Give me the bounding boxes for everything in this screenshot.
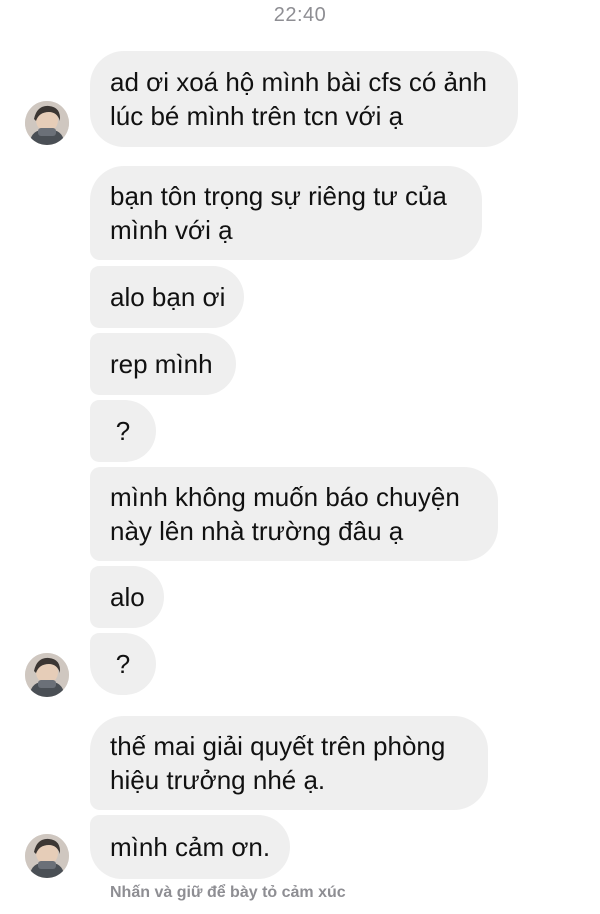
- message-text: này lên nhà trường đâu ạ: [110, 516, 404, 546]
- message-text: rep mình: [110, 349, 213, 379]
- message-text: ?: [115, 416, 131, 446]
- message-timestamp: 22:40: [273, 4, 327, 26]
- message-text: alo: [110, 582, 145, 612]
- message-text: hiệu trưởng nhé ạ.: [110, 765, 326, 795]
- message-bubble[interactable]: alo: [90, 566, 164, 628]
- message-text: alo bạn ơi: [110, 282, 226, 312]
- message-bubble[interactable]: ?: [90, 400, 156, 462]
- contact-avatar[interactable]: [25, 834, 69, 878]
- message-bubble[interactable]: rep mình: [90, 333, 236, 395]
- message-text: ?: [115, 649, 131, 679]
- message-bubble[interactable]: bạn tôn trọng sự riêng tư của mình với ạ: [90, 166, 482, 260]
- message-bubble[interactable]: mình cảm ơn.: [90, 815, 290, 879]
- message-bubble[interactable]: thế mai giải quyết trên phòng hiệu trưởn…: [90, 716, 488, 810]
- contact-avatar[interactable]: [25, 653, 69, 697]
- message-bubble[interactable]: ?: [90, 633, 156, 695]
- message-bubble[interactable]: ad ơi xoá hộ mình bài cfs có ảnh lúc bé …: [90, 51, 518, 147]
- reaction-hint: Nhấn và giữ để bày tỏ cảm xúc: [110, 884, 346, 901]
- message-text: mình không muốn báo chuyện: [110, 482, 460, 512]
- message-text: thế mai giải quyết trên phòng: [110, 731, 446, 761]
- message-text: mình cảm ơn.: [110, 832, 271, 862]
- message-text: lúc bé mình trên tcn với ạ: [110, 101, 404, 131]
- message-text: mình với ạ: [110, 215, 233, 245]
- message-text: bạn tôn trọng sự riêng tư của: [110, 181, 447, 211]
- message-bubble[interactable]: mình không muốn báo chuyện này lên nhà t…: [90, 467, 498, 561]
- contact-avatar[interactable]: [25, 101, 69, 145]
- message-text: ad ơi xoá hộ mình bài cfs có ảnh: [110, 67, 487, 97]
- message-bubble[interactable]: alo bạn ơi: [90, 266, 244, 328]
